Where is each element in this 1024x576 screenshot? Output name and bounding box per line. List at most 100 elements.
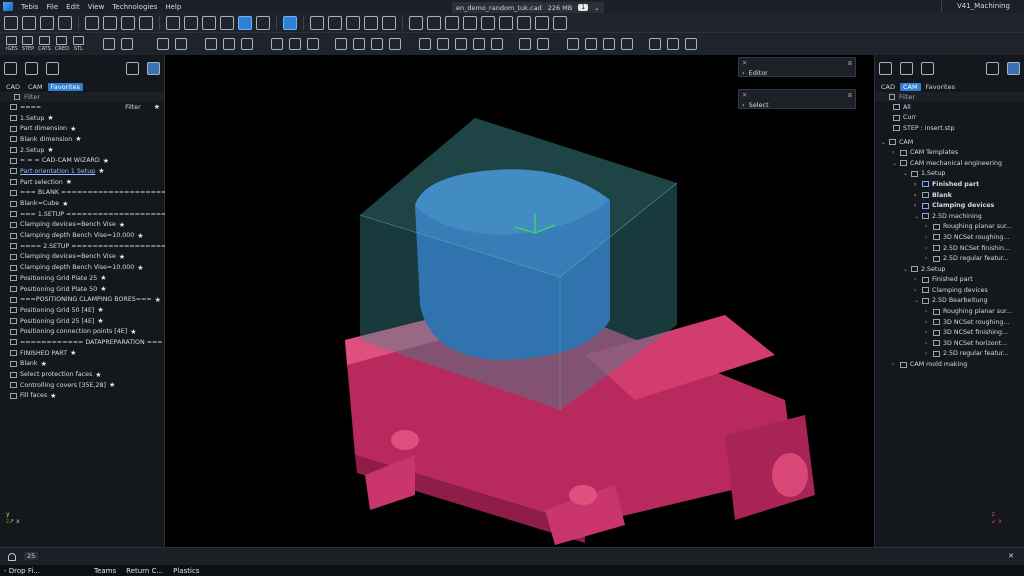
favorite-item[interactable]: Select protection faces ★ xyxy=(4,369,160,380)
favorite-item[interactable]: Positioning connection points [4E] ★ xyxy=(4,326,160,337)
menu-edit[interactable]: Edit xyxy=(62,3,84,11)
editor-panel[interactable]: ✕ ⧈ › Editor xyxy=(738,57,856,77)
star-icon[interactable]: ★ xyxy=(137,264,143,272)
favorite-item[interactable]: FINISHED PART ★ xyxy=(4,348,160,359)
wave-icon[interactable] xyxy=(240,38,253,50)
chevron-right-icon[interactable]: › xyxy=(925,329,931,336)
star-icon[interactable]: ★ xyxy=(100,274,106,282)
import-iges-button[interactable]: IGES xyxy=(6,36,18,52)
chevron-right-icon[interactable]: › xyxy=(925,350,931,357)
star-icon[interactable]: ★ xyxy=(119,253,125,261)
surface-icon[interactable] xyxy=(270,38,283,50)
search-icon[interactable] xyxy=(986,61,999,75)
cut-icon[interactable] xyxy=(553,15,567,30)
star-icon[interactable]: ★ xyxy=(50,392,56,400)
tree-item[interactable]: › Clamping devices xyxy=(877,200,1022,211)
view-cube-icon[interactable] xyxy=(283,15,297,30)
left-filter-row[interactable]: Filter xyxy=(0,92,164,102)
close-icon[interactable]: ✕ xyxy=(742,91,747,100)
chevron-right-icon[interactable]: › xyxy=(925,234,931,241)
tree-item[interactable]: › 2.5D regular featur... xyxy=(877,349,1022,360)
taskbar-item-drop[interactable]: - Drop Fi... xyxy=(4,567,40,575)
boolean-icon[interactable] xyxy=(370,38,383,50)
tool-icon[interactable] xyxy=(490,38,503,50)
chevron-down-icon[interactable]: ⌄ xyxy=(903,170,909,177)
ruler-icon[interactable] xyxy=(481,15,495,30)
star-icon[interactable]: ★ xyxy=(75,135,81,143)
hole-icon[interactable] xyxy=(334,38,347,50)
pin-icon[interactable]: ⧈ xyxy=(848,91,852,100)
close-icon[interactable]: ✕ xyxy=(1008,552,1014,560)
star-icon[interactable]: ★ xyxy=(155,296,161,304)
star-icon[interactable]: ★ xyxy=(119,221,125,229)
tree-item[interactable]: › Finished part xyxy=(877,179,1022,190)
chevron-down-icon[interactable]: ⌄ xyxy=(914,213,920,220)
redo-icon[interactable] xyxy=(121,15,135,30)
tree-item[interactable]: › Blank xyxy=(877,190,1022,201)
angle-icon[interactable] xyxy=(120,38,133,50)
document-tab[interactable]: en_demo_random_tuk.cad 226 MB 1 ⌄ xyxy=(452,2,604,13)
transform-icon[interactable] xyxy=(566,38,579,50)
analysis-icon[interactable] xyxy=(517,15,531,30)
favorite-item[interactable]: Clamping devices=Bench Vise ★ xyxy=(4,252,160,263)
favorite-item[interactable]: Clamping depth Bench Vise=10.000 ★ xyxy=(4,262,160,273)
chevron-right-icon[interactable]: › xyxy=(892,361,898,368)
tree-item[interactable]: › 3D NCSet roughing... xyxy=(877,232,1022,243)
favorite-item[interactable]: ============ DATAPREPARATION ===★ xyxy=(4,337,172,348)
favorite-item[interactable]: Part selection ★ xyxy=(4,177,160,188)
workplane-icon[interactable] xyxy=(382,15,396,30)
3d-viewport[interactable]: ✕ ⧈ › Editor ✕ ⧈ › Select xyxy=(165,55,874,547)
favorite-item[interactable]: Part dimension ★ xyxy=(4,123,160,134)
tree-item[interactable]: › Roughing planar sur... xyxy=(877,222,1022,233)
favorite-item[interactable]: Blank dimension ★ xyxy=(4,134,160,145)
refresh-icon[interactable] xyxy=(409,15,423,30)
filter-icon[interactable] xyxy=(147,61,160,75)
tree-item[interactable]: › 3D NCSet horizont... xyxy=(877,338,1022,349)
favorite-item[interactable]: Positioning Grid Plate 50 ★ xyxy=(4,284,160,295)
frame-icon[interactable] xyxy=(174,38,187,50)
search-icon[interactable] xyxy=(126,61,139,75)
menu-view[interactable]: View xyxy=(84,3,109,11)
favorite-item[interactable]: ==== 2.SETUP =========================★ xyxy=(4,241,213,252)
image-icon[interactable] xyxy=(684,38,697,50)
filter-icon[interactable] xyxy=(1007,61,1020,75)
mirror-icon[interactable] xyxy=(602,38,615,50)
chevron-right-icon[interactable]: › xyxy=(925,319,931,326)
tree-item[interactable]: › 2.5D regular featur... xyxy=(877,253,1022,264)
block-icon[interactable] xyxy=(518,38,531,50)
taskbar-item-plastics[interactable]: Plastics xyxy=(173,567,199,575)
tree-item[interactable]: › Roughing planar sur... xyxy=(877,306,1022,317)
tree-item[interactable]: ⌄ 2.Setup xyxy=(877,264,1022,275)
import-cats-button[interactable]: CATS xyxy=(38,36,51,52)
solid-icon[interactable] xyxy=(288,38,301,50)
chevron-right-icon[interactable]: › xyxy=(925,255,931,262)
star-icon[interactable]: ★ xyxy=(95,371,101,379)
section-icon[interactable] xyxy=(454,38,467,50)
zoom-icon[interactable] xyxy=(346,15,360,30)
favorite-item[interactable]: Controlling covers [35E,28] ★ xyxy=(4,380,160,391)
chevron-right-icon[interactable]: › xyxy=(914,202,920,209)
add-icon[interactable] xyxy=(4,61,17,75)
fillet-icon[interactable] xyxy=(306,38,319,50)
tab-favorites[interactable]: Favorites xyxy=(923,83,958,91)
tree-item[interactable]: ⌄ 1.Setup xyxy=(877,169,1022,180)
chevron-down-icon[interactable]: ⌄ xyxy=(903,266,909,273)
chevron-right-icon[interactable]: › xyxy=(892,149,898,156)
star-icon[interactable]: ★ xyxy=(103,157,109,165)
measure-icon[interactable] xyxy=(620,38,633,50)
chevron-right-icon[interactable]: › xyxy=(742,101,745,109)
tab-cam[interactable]: CAM xyxy=(25,83,46,91)
tree-item[interactable]: › CAM Templates xyxy=(877,147,1022,158)
chevron-down-icon[interactable]: ⌄ xyxy=(892,160,898,167)
color-icon[interactable] xyxy=(666,38,679,50)
chevron-down-icon[interactable]: ⌄ xyxy=(594,4,599,12)
tree-item[interactable]: › Clamping devices xyxy=(877,285,1022,296)
menu-tebis[interactable]: Tebis xyxy=(17,3,42,11)
remove-icon[interactable] xyxy=(25,61,38,75)
tree-item[interactable]: ⌄ 2.5D Bearbeitung xyxy=(877,296,1022,307)
favorite-item[interactable]: 2.Setup ★ xyxy=(4,145,160,156)
tree-item-curr[interactable]: Curr xyxy=(877,113,1022,124)
delete-icon[interactable] xyxy=(85,15,99,30)
import-step-button[interactable]: STEP xyxy=(22,36,34,52)
star-icon[interactable]: ★ xyxy=(66,178,72,186)
